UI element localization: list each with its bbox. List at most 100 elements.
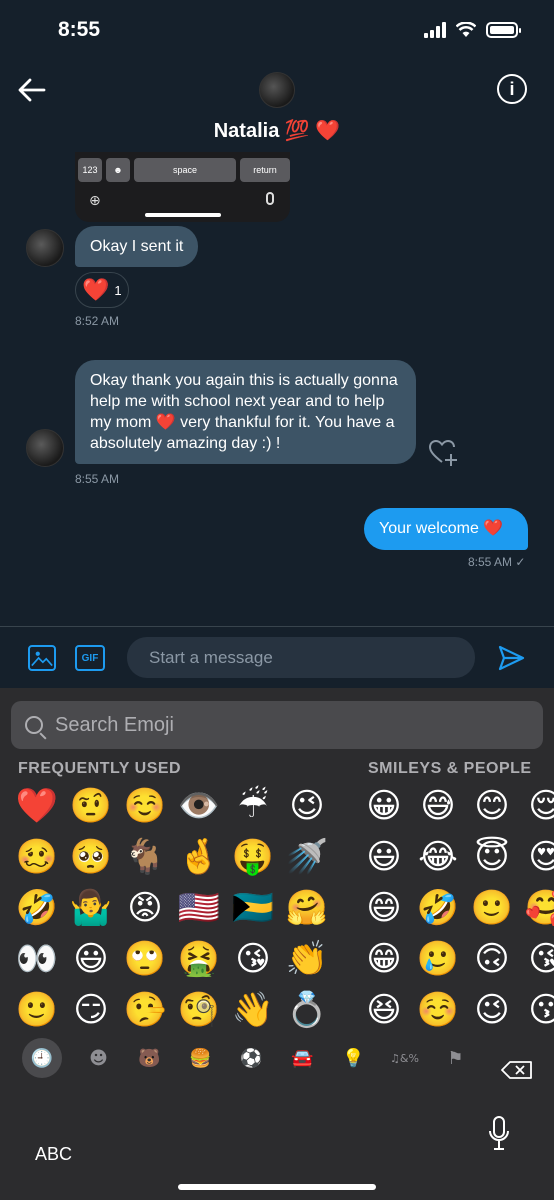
emoji-key[interactable]: 🤗 <box>280 882 334 933</box>
message-timestamp: 8:55 AM ✓ <box>468 555 526 569</box>
contact-name-text: Natalia <box>213 120 280 142</box>
animals-category-icon[interactable]: 🐻 <box>124 1038 175 1078</box>
emoji-key[interactable]: 🥴 <box>10 831 64 882</box>
emoji-search-placeholder: Search Emoji <box>55 713 174 736</box>
reaction-badge[interactable]: ❤️ 1 <box>75 272 129 308</box>
status-icons <box>424 22 521 38</box>
cellular-signal-icon <box>424 22 446 38</box>
emoji-key[interactable]: 🤷‍♂️ <box>64 882 118 933</box>
contact-name-emojis: 💯 ❤️ <box>284 120 341 142</box>
sender-avatar[interactable] <box>26 429 64 467</box>
smileys-category-icon[interactable]: ☻ <box>73 1038 124 1078</box>
emoji-key[interactable]: 🙂 <box>10 984 64 1035</box>
emoji-key[interactable]: 😉 <box>465 984 519 1035</box>
emoji-key[interactable]: 😇 <box>465 831 519 882</box>
info-icon[interactable]: i <box>497 74 527 104</box>
food-category-icon[interactable]: 🍔 <box>175 1038 226 1078</box>
emoji-key[interactable]: ☺️ <box>411 984 465 1035</box>
activity-category-icon[interactable]: ⚽ <box>226 1038 277 1078</box>
emoji-key[interactable]: 😃 <box>357 831 411 882</box>
frequently-used-grid: ❤️ 🤨 ☺️ 👁️ ☔ 😉 🥴 🥺 🐐 🤞 🤑 🚿 🤣 🤷‍♂️ 😡 🇺🇸 🇧🇸 🤗 👀 😃 🙄 🤮 😘 👏 🙂 😏 🤥 🧐 👋 💍 <box>10 780 334 1035</box>
emoji-key[interactable]: 👏 <box>280 933 334 984</box>
emoji-key[interactable]: 😘 <box>519 933 554 984</box>
emoji-key[interactable]: 🇧🇸 <box>226 882 280 933</box>
emoji-key[interactable]: 😅 <box>411 780 465 831</box>
gif-button[interactable]: GIF <box>75 645 105 671</box>
travel-category-icon[interactable]: 🚘 <box>277 1038 328 1078</box>
emoji-key[interactable]: 👀 <box>10 933 64 984</box>
emoji-key[interactable]: 👋 <box>226 984 280 1035</box>
emoji-key[interactable]: 🤮 <box>172 933 226 984</box>
emoji-key[interactable]: ☔ <box>226 780 280 831</box>
emoji-key[interactable]: 😗 <box>519 984 554 1035</box>
emoji-key[interactable]: 🥺 <box>64 831 118 882</box>
emoji-keyboard: Search Emoji FREQUENTLY USED SMILEYS & P… <box>0 688 554 1200</box>
symbols-category-icon[interactable]: ♫&% <box>379 1038 430 1078</box>
section-label-smileys: SMILEYS & PEOPLE <box>368 760 532 777</box>
back-arrow-icon[interactable] <box>16 76 48 104</box>
message-timestamp: 8:52 AM <box>75 314 120 328</box>
message-bubble-incoming[interactable]: Okay thank you again this is actually go… <box>75 360 416 464</box>
emoji-key[interactable]: 😊 <box>465 780 519 831</box>
image-globe-icon: ⊕ <box>89 192 101 208</box>
emoji-key[interactable]: 🐐 <box>118 831 172 882</box>
message-list: 123 ☻ space return ⊕ Okay I sent it ❤️ 1… <box>0 152 554 626</box>
contact-avatar[interactable] <box>259 72 295 108</box>
emoji-key[interactable]: 🤥 <box>118 984 172 1035</box>
home-indicator <box>178 1184 376 1190</box>
battery-icon <box>486 22 521 38</box>
emoji-key[interactable]: ☺️ <box>118 780 172 831</box>
emoji-key[interactable]: 😡 <box>118 882 172 933</box>
emoji-key[interactable]: 🙃 <box>465 933 519 984</box>
emoji-key[interactable]: 🙄 <box>118 933 172 984</box>
message-input[interactable] <box>127 637 475 678</box>
image-key-emoji: ☻ <box>106 158 130 182</box>
emoji-key[interactable]: 🥰 <box>519 882 554 933</box>
delete-backspace-icon[interactable] <box>500 1060 534 1080</box>
message-bubble-incoming[interactable]: Okay I sent it <box>75 226 199 267</box>
send-icon[interactable] <box>497 644 525 672</box>
emoji-key[interactable]: 👁️ <box>172 780 226 831</box>
message-bubble-outgoing[interactable]: Your welcome ❤️ <box>364 508 528 550</box>
emoji-key[interactable]: 🧐 <box>172 984 226 1035</box>
emoji-key[interactable]: 😃 <box>64 933 118 984</box>
emoji-key[interactable]: 🤞 <box>172 831 226 882</box>
emoji-key[interactable]: 😀 <box>357 780 411 831</box>
emoji-key[interactable]: 😉 <box>280 780 334 831</box>
emoji-key[interactable]: 😏 <box>64 984 118 1035</box>
shared-image[interactable]: 123 ☻ space return ⊕ <box>75 152 290 222</box>
emoji-key[interactable]: 🙂 <box>465 882 519 933</box>
heart-reaction-icon: ❤️ <box>82 277 110 302</box>
abc-keyboard-switch[interactable]: ABC <box>35 1144 72 1165</box>
emoji-key[interactable]: 🚿 <box>280 831 334 882</box>
status-bar: 8:55 <box>0 0 554 62</box>
emoji-key[interactable]: 🇺🇸 <box>172 882 226 933</box>
dictation-mic-icon[interactable] <box>488 1116 510 1152</box>
emoji-key[interactable]: 🤣 <box>411 882 465 933</box>
emoji-key[interactable]: 😘 <box>226 933 280 984</box>
emoji-key[interactable]: 😆 <box>357 984 411 1035</box>
emoji-key[interactable]: 😁 <box>357 933 411 984</box>
emoji-key[interactable]: 🤨 <box>64 780 118 831</box>
emoji-search-field[interactable]: Search Emoji <box>11 701 543 749</box>
status-time: 8:55 <box>58 18 101 41</box>
flags-category-icon[interactable]: ⚑ <box>430 1038 481 1078</box>
emoji-key[interactable]: 😌 <box>519 780 554 831</box>
add-reaction-icon[interactable] <box>428 438 458 468</box>
recent-category-icon[interactable]: 🕘 <box>22 1038 62 1078</box>
emoji-key[interactable]: 🤑 <box>226 831 280 882</box>
emoji-key[interactable]: 🤣 <box>10 882 64 933</box>
emoji-key[interactable]: 🥲 <box>411 933 465 984</box>
emoji-key[interactable]: 😍 <box>519 831 554 882</box>
image-icon[interactable] <box>28 645 56 671</box>
wifi-icon <box>456 22 476 37</box>
shared-image-keyboard-row: 123 ☻ space return <box>78 158 290 182</box>
image-mic-icon <box>266 192 274 205</box>
objects-category-icon[interactable]: 💡 <box>328 1038 379 1078</box>
sender-avatar[interactable] <box>26 229 64 267</box>
emoji-key[interactable]: ❤️ <box>10 780 64 831</box>
emoji-key[interactable]: 😂 <box>411 831 465 882</box>
emoji-key[interactable]: 😄 <box>357 882 411 933</box>
emoji-key[interactable]: 💍 <box>280 984 334 1035</box>
contact-name[interactable]: Natalia 💯 ❤️ <box>0 118 554 143</box>
